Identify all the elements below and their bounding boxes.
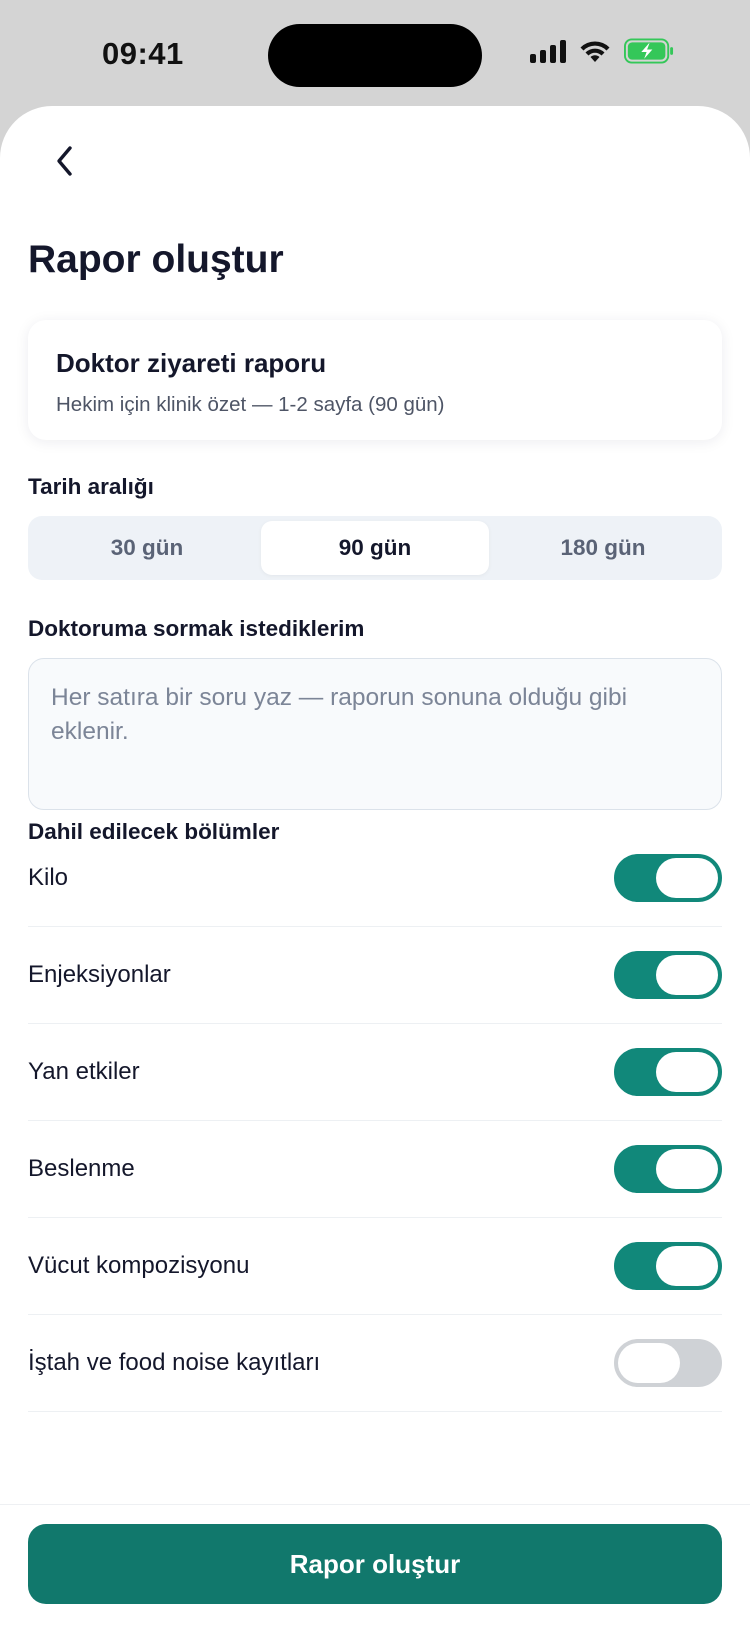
toggle-vucut-kompozisyonu[interactable]: [614, 1242, 722, 1290]
section-row-kilo: Kilo: [28, 830, 722, 927]
status-bar: 09:41: [0, 0, 750, 106]
battery-charging-icon: [624, 38, 674, 64]
questions-label: Doktoruma sormak istediklerim: [28, 616, 365, 641]
report-type-card[interactable]: Doktor ziyareti raporu Hekim için klinik…: [28, 320, 722, 440]
footer-divider: [0, 1504, 750, 1505]
section-label-istah: İştah ve food noise kayıtları: [28, 1349, 321, 1376]
section-row-yan-etkiler: Yan etkiler: [28, 1024, 722, 1121]
toggle-beslenme[interactable]: [614, 1145, 722, 1193]
section-row-vucut-kompozisyonu: Vücut kompozisyonu: [28, 1218, 722, 1315]
toggle-yan-etkiler[interactable]: [614, 1048, 722, 1096]
questions-input[interactable]: [28, 658, 722, 810]
date-range-label: Tarih aralığı: [28, 474, 154, 499]
dynamic-island: [268, 24, 482, 87]
toggle-enjeksiyonlar[interactable]: [614, 951, 722, 999]
date-range-option-90[interactable]: 90 gün: [261, 521, 489, 575]
section-label-vucut-kompozisyonu: Vücut kompozisyonu: [28, 1252, 250, 1279]
toggle-kilo[interactable]: [614, 854, 722, 902]
section-label-enjeksiyonlar: Enjeksiyonlar: [28, 961, 171, 988]
section-label-kilo: Kilo: [28, 864, 69, 891]
section-row-enjeksiyonlar: Enjeksiyonlar: [28, 927, 722, 1024]
wifi-icon: [580, 41, 610, 62]
back-button[interactable]: [40, 136, 90, 186]
date-range-option-30[interactable]: 30 gün: [33, 521, 261, 575]
page-title: Rapor oluştur: [28, 238, 284, 281]
date-range-selector: 30 gün 90 gün 180 gün: [28, 516, 722, 580]
report-card-subtitle: Hekim için klinik özet — 1-2 sayfa (90 g…: [56, 393, 445, 416]
status-icons: [530, 38, 674, 64]
status-time: 09:41: [102, 36, 184, 71]
toggle-istah[interactable]: [614, 1339, 722, 1387]
cellular-signal-icon: [530, 39, 566, 63]
report-sheet: Rapor oluştur Doktor ziyareti raporu Hek…: [0, 106, 750, 1630]
section-label-beslenme: Beslenme: [28, 1155, 135, 1182]
create-report-button[interactable]: Rapor oluştur: [28, 1524, 722, 1604]
section-row-istah: İştah ve food noise kayıtları: [28, 1315, 722, 1412]
chevron-left-icon: [57, 146, 72, 176]
report-card-title: Doktor ziyareti raporu: [56, 348, 327, 378]
section-row-beslenme: Beslenme: [28, 1121, 722, 1218]
section-label-yan-etkiler: Yan etkiler: [28, 1058, 140, 1085]
date-range-option-180[interactable]: 180 gün: [489, 521, 717, 575]
